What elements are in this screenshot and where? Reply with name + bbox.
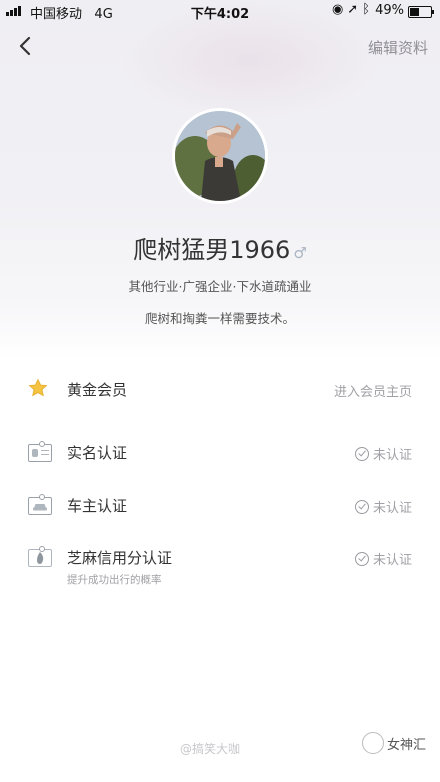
id-card-icon	[28, 441, 52, 462]
nickname: 爬树猛男1966 ♂	[0, 230, 440, 265]
orientation-lock-icon: ◉	[331, 2, 348, 17]
bio-text: 爬树和掏粪一样需要技术。	[144, 311, 295, 326]
account-watermark: 女神汇	[386, 738, 426, 753]
sesame-credit-icon	[28, 546, 52, 567]
edit-profile-button[interactable]: 编辑资料	[368, 37, 428, 58]
bluetooth-icon: ᛒ	[362, 2, 374, 17]
check-circle-icon	[354, 446, 369, 461]
car-owner-status-text: 未认证	[372, 501, 412, 516]
gold-member-row[interactable]: 黄金会员 进入会员主页	[0, 372, 440, 412]
status-bar: 中国移动 4G 下午4:02 ◉➚ᛒ 49%	[0, 0, 440, 24]
chevron-left-icon	[19, 36, 31, 56]
sesame-status-text: 未认证	[372, 553, 412, 568]
car-owner-verification-row[interactable]: 车主认证 未认证	[0, 489, 440, 529]
industry-tags: 其他行业·广强企业·下水道疏通业	[128, 279, 312, 294]
sesame-credit-hint: 提升成功出行的概率	[67, 574, 162, 586]
battery-fill	[410, 8, 419, 16]
real-name-label: 实名认证	[67, 444, 128, 462]
gold-member-label: 黄金会员	[67, 381, 128, 399]
car-card-icon	[28, 494, 52, 515]
member-home-link[interactable]: 进入会员主页	[334, 381, 412, 400]
avatar[interactable]	[172, 108, 268, 204]
star-icon	[28, 378, 48, 402]
sesame-credit-label: 芝麻信用分认证	[67, 549, 173, 567]
nickname-text: 爬树猛男1966	[133, 236, 291, 264]
male-gender-icon: ♂	[293, 244, 307, 262]
check-circle-icon	[354, 551, 369, 566]
real-name-status: 未认证	[354, 444, 412, 463]
battery-percent: 49%	[375, 3, 404, 18]
check-circle-icon	[354, 499, 369, 514]
sesame-credit-verification-row[interactable]: 芝麻信用分认证 提升成功出行的概率 未认证	[0, 543, 440, 589]
car-owner-status: 未认证	[354, 497, 412, 516]
wechat-logo-icon	[362, 732, 384, 754]
avatar-photo	[175, 111, 265, 201]
weibo-watermark: @搞笑大咖	[180, 742, 241, 756]
battery-icon	[408, 6, 434, 18]
real-name-verification-row[interactable]: 实名认证 未认证	[0, 436, 440, 476]
back-button[interactable]	[14, 34, 38, 58]
member-home-label: 进入会员主页	[333, 385, 412, 400]
car-owner-label: 车主认证	[67, 497, 128, 515]
status-time: 下午4:02	[190, 7, 250, 22]
location-icon: ➚	[347, 2, 363, 17]
sesame-credit-status: 未认证	[354, 549, 412, 568]
real-name-status-text: 未认证	[372, 448, 412, 463]
